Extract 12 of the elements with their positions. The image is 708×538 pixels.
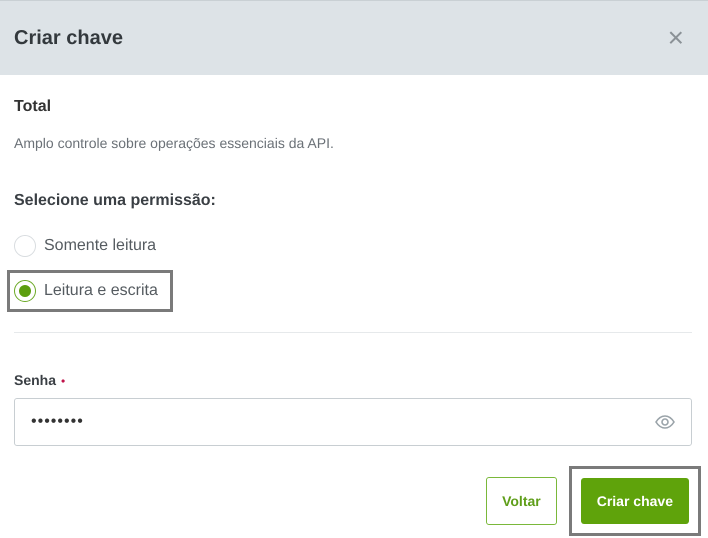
required-mark: • [61, 372, 66, 390]
dialog-title: Criar chave [14, 26, 123, 51]
radio-option[interactable]: Somente leitura [14, 234, 164, 258]
eye-icon[interactable] [655, 415, 675, 429]
section-title: Total [14, 97, 52, 117]
radio-option[interactable]: Leitura e escrita [14, 279, 166, 303]
permission-label: Selecione uma permissão: [14, 191, 217, 211]
password-field[interactable]: •••••••• [14, 398, 692, 446]
radio-button[interactable] [14, 280, 36, 302]
password-value: •••••••• [31, 412, 84, 432]
password-label: Senha [14, 371, 56, 390]
section-description: Amplo controle sobre operações essenciais da API. [14, 134, 335, 153]
